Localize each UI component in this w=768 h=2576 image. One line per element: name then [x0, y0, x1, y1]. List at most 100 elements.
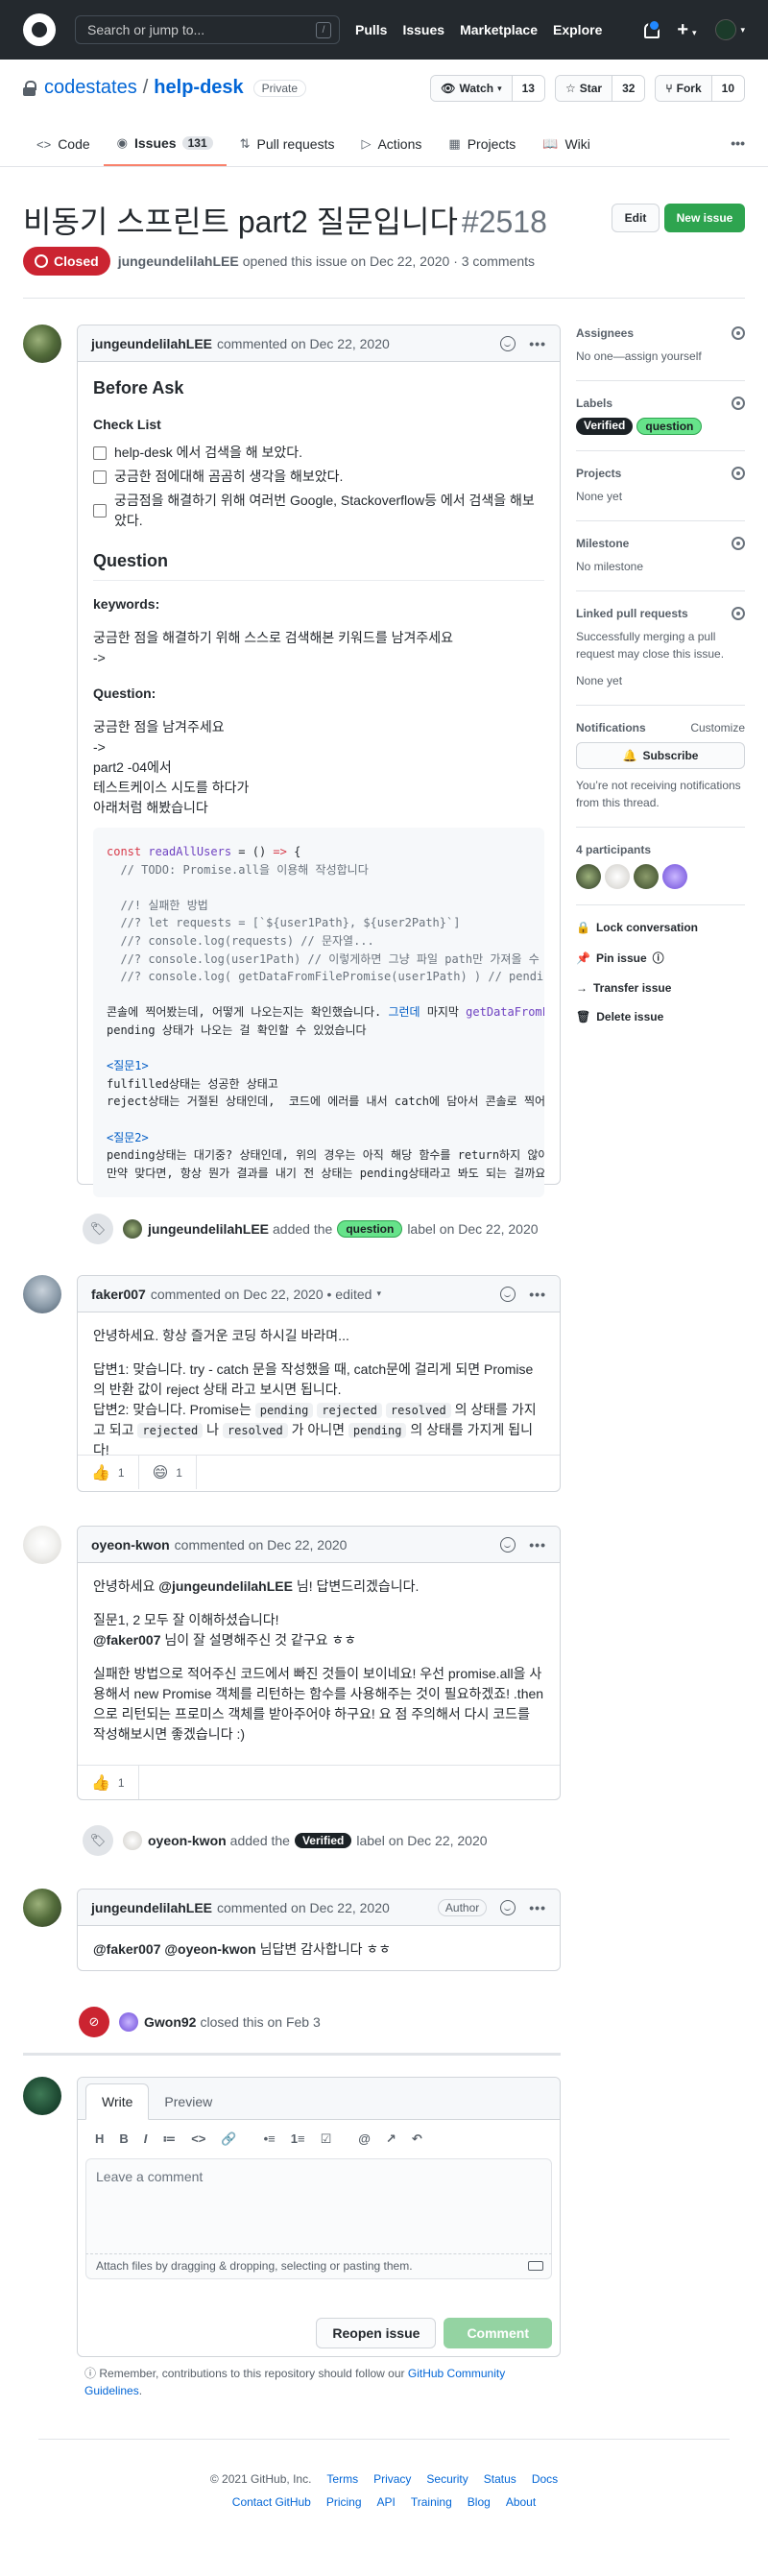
gear-icon[interactable] — [732, 537, 745, 550]
footer-link[interactable]: Privacy — [373, 2472, 411, 2486]
nav-pulls[interactable]: Pulls — [355, 22, 387, 37]
tab-issues[interactable]: ◉ Issues 131 — [103, 135, 227, 166]
comment-author[interactable]: faker007 — [91, 1287, 146, 1302]
link-icon[interactable]: 🔗 — [221, 2131, 236, 2147]
tab-actions[interactable]: ▷ Actions — [348, 135, 435, 166]
bold-icon[interactable]: B — [119, 2131, 128, 2147]
more-tabs-icon[interactable]: ••• — [731, 135, 745, 151]
gear-icon[interactable] — [732, 467, 745, 480]
attach-files-area[interactable]: Attach files by dragging & dropping, sel… — [85, 2254, 552, 2279]
watch-button[interactable]: 👁 Watch ▾ 13 — [430, 75, 545, 102]
avatar[interactable] — [119, 2012, 138, 2032]
reference-icon[interactable]: ↗ — [386, 2131, 396, 2147]
fork-button[interactable]: ⑂ Fork 10 — [655, 75, 745, 102]
transfer-issue-link[interactable]: → Transfer issue — [576, 981, 745, 995]
sidebar-title[interactable]: Assignees — [576, 326, 745, 340]
checklist-item[interactable]: help-desk 에서 검색을 해 보았다. — [93, 443, 544, 463]
comment-author[interactable]: oyeon-kwon — [91, 1537, 170, 1553]
sidebar-title[interactable]: Milestone — [576, 537, 745, 550]
comment-textarea[interactable]: Leave a comment — [85, 2158, 552, 2254]
event-actor[interactable]: Gwon92 — [144, 2014, 196, 2030]
heading-icon[interactable]: H — [95, 2131, 104, 2147]
star-count[interactable]: 32 — [612, 76, 645, 101]
kebab-menu-icon[interactable]: ••• — [529, 336, 546, 351]
avatar[interactable] — [123, 1219, 142, 1239]
sidebar-title[interactable]: Linked pull requests — [576, 607, 745, 620]
footer-link[interactable]: Security — [426, 2472, 468, 2486]
avatar[interactable] — [662, 864, 687, 889]
checklist-item[interactable]: 궁금점을 해결하기 위해 여러번 Google, Stackoverflow등 … — [93, 491, 544, 531]
tab-projects[interactable]: ▦ Projects — [435, 135, 529, 166]
event-actor[interactable]: jungeundelilahLEE — [148, 1221, 269, 1237]
sidebar-title[interactable]: Projects — [576, 467, 745, 480]
repo-owner-link[interactable]: codestates — [44, 77, 137, 99]
gear-icon[interactable] — [732, 397, 745, 410]
avatar[interactable] — [576, 864, 601, 889]
laugh-reaction[interactable]: 😄 1 — [139, 1456, 197, 1489]
comment-button[interactable]: Comment — [444, 2318, 552, 2348]
footer-link[interactable]: Training — [411, 2495, 452, 2509]
verified-label[interactable]: Verified — [576, 418, 634, 435]
saved-reply-icon[interactable]: ↶ — [412, 2131, 422, 2147]
avatar[interactable] — [23, 2077, 61, 2115]
italic-icon[interactable]: I — [144, 2131, 148, 2147]
fork-count[interactable]: 10 — [710, 76, 744, 101]
kebab-menu-icon[interactable]: ••• — [529, 1287, 546, 1302]
repo-name-link[interactable]: help-desk — [154, 77, 243, 99]
user-mention[interactable]: @faker007 — [93, 1941, 160, 1957]
smiley-icon[interactable] — [500, 1899, 516, 1915]
pin-issue-link[interactable]: 📌 Pin issue ⓘ — [576, 950, 745, 966]
user-mention[interactable]: @oyeon-kwon — [164, 1941, 255, 1957]
task-list-icon[interactable]: ☑ — [321, 2131, 332, 2147]
question-label[interactable]: question — [636, 418, 703, 435]
footer-link[interactable]: Docs — [532, 2472, 558, 2486]
thumbs-up-reaction[interactable]: 👍 1 — [78, 1456, 139, 1489]
nav-explore[interactable]: Explore — [553, 22, 602, 37]
lock-conversation-link[interactable]: 🔒 Lock conversation — [576, 921, 745, 934]
avatar[interactable] — [23, 325, 61, 363]
new-issue-button[interactable]: New issue — [664, 204, 745, 232]
mention-icon[interactable]: @ — [358, 2131, 371, 2147]
footer-link[interactable]: Pricing — [326, 2495, 362, 2509]
subscribe-button[interactable]: 🔔 Subscribe — [576, 742, 745, 769]
tab-wiki[interactable]: 📖 Wiki — [529, 135, 604, 166]
user-mention[interactable]: @faker007 — [93, 1632, 160, 1648]
comment-author[interactable]: jungeundelilahLEE — [91, 1900, 212, 1915]
footer-link[interactable]: Blog — [468, 2495, 491, 2509]
sidebar-value[interactable]: No one—assign yourself — [576, 348, 745, 365]
nav-marketplace[interactable]: Marketplace — [460, 22, 538, 37]
user-mention[interactable]: @jungeundelilahLEE — [158, 1578, 293, 1594]
code-icon[interactable]: <> — [191, 2131, 205, 2147]
avatar[interactable] — [23, 1275, 61, 1313]
numbered-list-icon[interactable]: 1≡ — [291, 2131, 305, 2147]
search-input[interactable]: Search or jump to... / — [75, 15, 340, 44]
quote-icon[interactable]: ≔ — [162, 2131, 176, 2147]
comment-meta[interactable]: commented on Dec 22, 2020 • edited — [151, 1287, 372, 1302]
avatar[interactable] — [634, 864, 659, 889]
reopen-issue-button[interactable]: Reopen issue — [316, 2318, 437, 2348]
footer-link[interactable]: Terms — [326, 2472, 358, 2486]
event-actor[interactable]: oyeon-kwon — [148, 1833, 227, 1848]
avatar[interactable] — [605, 864, 630, 889]
tab-pull-requests[interactable]: ⇅ Pull requests — [227, 135, 348, 166]
question-label[interactable]: question — [337, 1220, 403, 1238]
nav-issues[interactable]: Issues — [402, 22, 444, 37]
tab-preview[interactable]: Preview — [149, 2084, 228, 2119]
avatar[interactable] — [23, 1889, 61, 1927]
bulleted-list-icon[interactable]: •≡ — [264, 2131, 276, 2147]
tab-code[interactable]: <> Code — [23, 135, 104, 166]
footer-link[interactable]: Contact GitHub — [232, 2495, 311, 2509]
watch-count[interactable]: 13 — [511, 76, 544, 101]
customize-link[interactable]: Customize — [690, 721, 745, 734]
verified-label[interactable]: Verified — [294, 1833, 352, 1848]
gear-icon[interactable] — [732, 607, 745, 620]
smiley-icon[interactable] — [500, 1536, 516, 1553]
issue-author-link[interactable]: jungeundelilahLEE — [118, 253, 239, 269]
star-button[interactable]: ☆ Star 32 — [554, 75, 646, 102]
kebab-menu-icon[interactable]: ••• — [529, 1537, 546, 1553]
smiley-icon[interactable] — [500, 1286, 516, 1302]
footer-link[interactable]: About — [506, 2495, 536, 2509]
notification-bell-icon[interactable] — [642, 19, 661, 38]
kebab-menu-icon[interactable]: ••• — [529, 1900, 546, 1915]
tab-write[interactable]: Write — [85, 2083, 150, 2120]
